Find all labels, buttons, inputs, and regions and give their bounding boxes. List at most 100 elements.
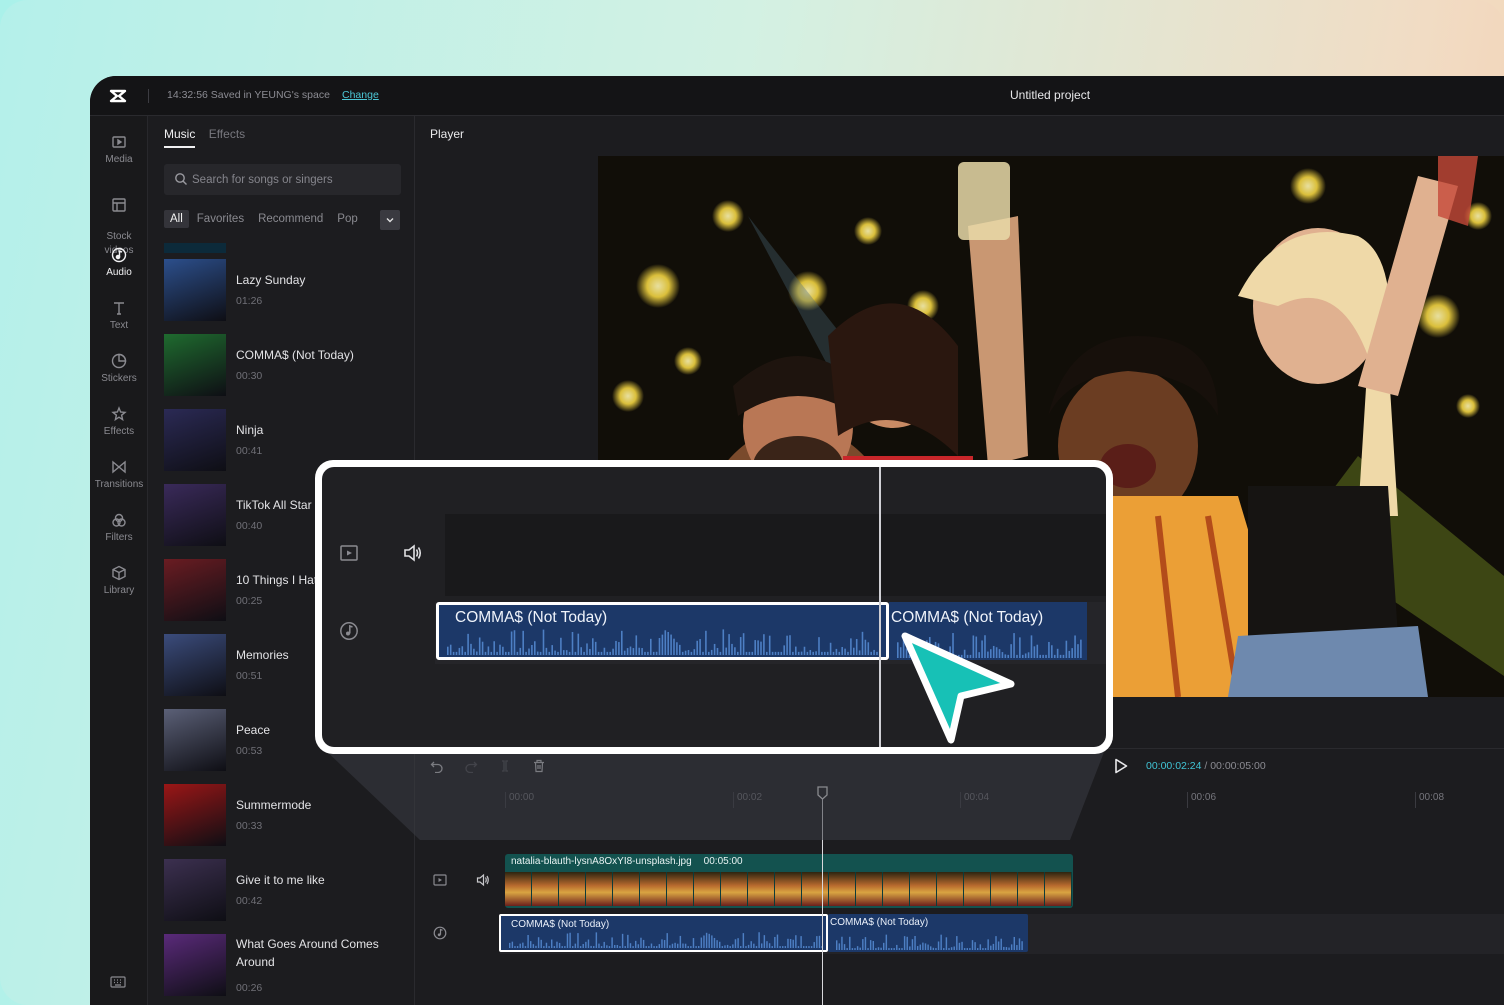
track-duration: 01:26 — [236, 295, 263, 307]
track-duration: 00:51 — [236, 670, 263, 682]
genre-filters: All Favorites Recommend Pop — [164, 210, 400, 230]
nav-library[interactable]: Library — [90, 565, 148, 598]
video-frame-thumbnail — [937, 872, 964, 906]
more-filters-button[interactable] — [380, 210, 400, 230]
video-frame-thumbnail — [1045, 872, 1072, 906]
track-name: Memories — [236, 648, 289, 662]
nav-transitions-label: Transitions — [94, 479, 144, 490]
nav-audio[interactable]: Audio — [90, 247, 148, 280]
video-frame-thumbnail — [883, 872, 910, 906]
track-thumbnail — [164, 559, 226, 621]
left-nav: Media Stock videos Audio Text Stickers E… — [90, 116, 148, 1005]
track-thumbnail — [164, 859, 226, 921]
music-track-item[interactable]: Give it to me like 00:42 — [164, 859, 415, 921]
video-frame-thumbnail — [964, 872, 991, 906]
redo-icon[interactable] — [464, 759, 478, 773]
zoom-playhead — [879, 467, 881, 747]
text-icon — [114, 302, 124, 315]
audio-clip[interactable]: COMMA$ (Not Today) — [828, 914, 1028, 952]
playhead-handle[interactable] — [817, 786, 828, 800]
audio-waveform — [447, 629, 881, 655]
audio-track-icon — [433, 926, 447, 940]
track-name: COMMA$ (Not Today) — [236, 348, 354, 362]
capcut-logo-icon[interactable] — [108, 86, 128, 106]
music-track-item[interactable]: Summermode 00:33 — [164, 784, 415, 846]
track-thumbnail-partial — [164, 243, 226, 253]
undo-icon[interactable] — [430, 759, 444, 773]
video-clip-label: natalia-blauth-lysnA8OxYI8-unsplash.jpg 0… — [511, 856, 743, 867]
video-frame-thumbnail — [667, 872, 694, 906]
track-thumbnail — [164, 484, 226, 546]
filter-favorites[interactable]: Favorites — [191, 210, 250, 228]
video-frame-thumbnail — [856, 872, 883, 906]
timeline-ruler[interactable]: 00:00 00:02 00:04 00:06 00:08 — [416, 784, 1504, 810]
track-name: Lazy Sunday — [236, 273, 306, 287]
filters-icon — [112, 513, 126, 527]
audio-clip-label: COMMA$ (Not Today) — [830, 917, 929, 928]
nav-filters[interactable]: Filters — [90, 512, 148, 545]
nav-filters-label: Filters — [105, 532, 133, 543]
video-clip-frames — [505, 872, 1073, 906]
nav-library-label: Library — [103, 585, 135, 596]
change-space-link[interactable]: Change — [342, 89, 379, 101]
video-clip[interactable]: natalia-blauth-lysnA8OxYI8-unsplash.jpg 0… — [505, 854, 1073, 908]
nav-media[interactable]: Media — [90, 134, 148, 167]
track-name: Give it to me like — [236, 873, 325, 887]
tab-music[interactable]: Music — [164, 127, 195, 141]
panel-tabs: Music Effects — [164, 127, 255, 141]
save-status: 14:32:56 Saved in YEUNG's space — [167, 89, 330, 101]
audio-clip-label: COMMA$ (Not Today) — [511, 919, 610, 930]
delete-icon[interactable] — [532, 759, 546, 773]
search-icon — [175, 173, 187, 185]
filter-recommend[interactable]: Recommend — [252, 210, 329, 228]
track-name: Summermode — [236, 798, 312, 812]
video-frame-thumbnail — [910, 872, 937, 906]
video-clip-name: natalia-blauth-lysnA8OxYI8-unsplash.jpg — [511, 856, 692, 867]
track-duration: 00:25 — [236, 595, 263, 607]
music-track-item[interactable]: Lazy Sunday 01:26 — [164, 259, 415, 321]
video-frame-thumbnail — [1018, 872, 1045, 906]
video-frame-thumbnail — [640, 872, 667, 906]
audio-waveform — [836, 934, 1023, 950]
audio-clip-selected[interactable]: COMMA$ (Not Today) — [499, 914, 828, 952]
music-track-item[interactable]: COMMA$ (Not Today) 00:30 — [164, 334, 415, 396]
playhead[interactable] — [822, 788, 823, 1005]
track-name: Peace — [236, 723, 271, 737]
pointer-cursor-icon — [901, 632, 1015, 744]
video-frame-thumbnail — [505, 872, 532, 906]
nav-text[interactable]: Text — [90, 300, 148, 333]
track-duration: 00:33 — [236, 820, 263, 832]
track-duration: 00:30 — [236, 370, 263, 382]
nav-effects-label: Effects — [103, 426, 135, 437]
chevron-down-icon — [386, 218, 394, 223]
track-thumbnail — [164, 709, 226, 771]
active-tab-indicator — [164, 146, 195, 148]
tab-effects[interactable]: Effects — [209, 127, 245, 141]
nav-transitions[interactable]: Transitions — [90, 459, 148, 492]
search-box — [164, 164, 401, 195]
keyboard-icon[interactable] — [110, 976, 126, 988]
track-thumbnail — [164, 409, 226, 471]
video-frame-thumbnail — [829, 872, 856, 906]
search-input[interactable] — [192, 170, 392, 190]
zoom-audio-clip-label: COMMA$ (Not Today) — [455, 609, 608, 626]
volume-icon[interactable] — [476, 873, 490, 887]
zoom-video-track-row — [445, 514, 1106, 596]
filter-pop[interactable]: Pop — [331, 210, 363, 228]
zoom-audio-clip-selected[interactable]: COMMA$ (Not Today) — [436, 602, 889, 660]
music-track-item[interactable]: What Goes Around Comes Around 00:26 — [164, 934, 415, 996]
topbar-divider — [148, 89, 149, 103]
project-title[interactable]: Untitled project — [1010, 88, 1090, 102]
nav-stickers[interactable]: Stickers — [90, 353, 148, 386]
library-icon — [112, 565, 126, 581]
track-duration: 00:41 — [236, 445, 263, 457]
filter-all[interactable]: All — [164, 210, 189, 228]
track-thumbnail — [164, 259, 226, 321]
track-name: TikTok All Star — [236, 498, 312, 512]
video-frame-thumbnail — [721, 872, 748, 906]
play-button[interactable] — [1114, 758, 1128, 774]
nav-effects[interactable]: Effects — [90, 406, 148, 439]
track-thumbnail — [164, 634, 226, 696]
volume-icon[interactable] — [403, 543, 423, 563]
split-icon[interactable] — [498, 759, 512, 773]
